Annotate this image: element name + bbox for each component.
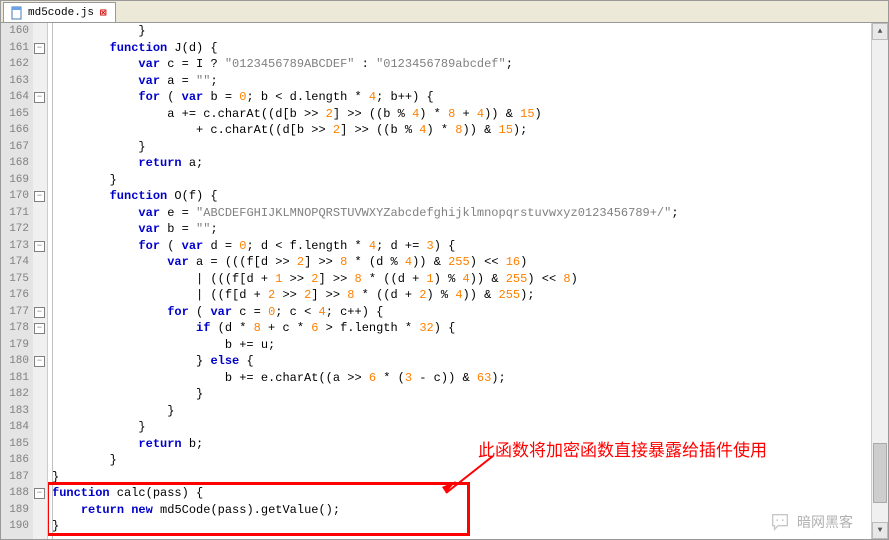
line-number: 170 [5,188,29,205]
code-line: } [52,419,871,436]
code-line: } else { [52,353,871,370]
watermark: 暗网黑客 [769,511,853,533]
line-number: 178 [5,320,29,337]
code-line: function O(f) { [52,188,871,205]
line-number: 168 [5,155,29,172]
code-line: b += u; [52,337,871,354]
code-line: } [52,386,871,403]
code-line: if (d * 8 + c * 6 > f.length * 32) { [52,320,871,337]
line-number: 174 [5,254,29,271]
tab-bar: md5code.js ⊠ [1,1,888,23]
code-line: var a = (((f[d >> 2] >> 8 * (d % 4)) & 2… [52,254,871,271]
fold-toggle[interactable]: − [34,241,45,252]
fold-toggle[interactable]: − [34,356,45,367]
line-number: 173 [5,238,29,255]
line-number: 171 [5,205,29,222]
scroll-thumb[interactable] [873,443,887,503]
line-number: 177 [5,304,29,321]
line-number: 184 [5,419,29,436]
line-number: 189 [5,502,29,519]
fold-toggle[interactable]: − [34,488,45,499]
fold-toggle[interactable]: − [34,323,45,334]
fold-toggle[interactable]: − [34,191,45,202]
code-line: return new md5Code(pass).getValue(); [52,502,871,519]
line-number: 172 [5,221,29,238]
code-line: for ( var c = 0; c < 4; c++) { [52,304,871,321]
line-number: 166 [5,122,29,139]
code-line: for ( var d = 0; d < f.length * 4; d += … [52,238,871,255]
code-line: function J(d) { [52,40,871,57]
fold-toggle[interactable]: − [34,92,45,103]
line-number: 163 [5,73,29,90]
line-number: 169 [5,172,29,189]
code-line: } [52,172,871,189]
wechat-icon [769,511,791,533]
code-line: + c.charAt((d[b >> 2] >> ((b % 4) * 8)) … [52,122,871,139]
file-icon [10,6,24,20]
line-number: 186 [5,452,29,469]
line-number: 188 [5,485,29,502]
editor: 1601611621631641651661671681691701711721… [1,23,888,539]
annotation-text: 此函数将加密函数直接暴露给插件使用 [478,436,767,461]
line-number: 162 [5,56,29,73]
code-line: for ( var b = 0; b < d.length * 4; b++) … [52,89,871,106]
scroll-up-button[interactable]: ▲ [872,23,888,40]
code-line: } [52,469,871,486]
line-number: 180 [5,353,29,370]
code-area[interactable]: } function J(d) { var c = I ? "012345678… [48,23,871,539]
line-number: 176 [5,287,29,304]
code-line: } [52,139,871,156]
tab-close-icon[interactable]: ⊠ [98,6,109,20]
gutter: 1601611621631641651661671681691701711721… [1,23,48,539]
code-line: var a = ""; [52,73,871,90]
line-number: 164 [5,89,29,106]
watermark-text: 暗网黑客 [797,512,853,532]
line-number: 182 [5,386,29,403]
file-tab[interactable]: md5code.js ⊠ [3,2,116,22]
code-line: } [52,23,871,40]
code-line: var b = ""; [52,221,871,238]
line-number: 190 [5,518,29,535]
line-number: 161 [5,40,29,57]
line-number: 175 [5,271,29,288]
fold-toggle[interactable]: − [34,43,45,54]
line-number: 160 [5,23,29,40]
code-line: function calc(pass) { [52,485,871,502]
code-line: var e = "ABCDEFGHIJKLMNOPQRSTUVWXYZabcde… [52,205,871,222]
line-number: 183 [5,403,29,420]
line-number: 185 [5,436,29,453]
code-line: | ((f[d + 2 >> 2] >> 8 * ((d + 2) % 4)) … [52,287,871,304]
tab-filename: md5code.js [28,7,94,19]
fold-toggle[interactable]: − [34,307,45,318]
line-numbers: 1601611621631641651661671681691701711721… [1,23,33,539]
code-line: return a; [52,155,871,172]
fold-column: − − − − − − − − [33,23,47,539]
line-number: 181 [5,370,29,387]
scroll-down-button[interactable]: ▼ [872,522,888,539]
code-line: } [52,518,871,535]
code-line: | (((f[d + 1 >> 2] >> 8 * ((d + 1) % 4))… [52,271,871,288]
code-line: } [52,403,871,420]
margin-line [52,23,53,539]
code-line: b += e.charAt((a >> 6 * (3 - c)) & 63); [52,370,871,387]
line-number: 187 [5,469,29,486]
line-number: 179 [5,337,29,354]
line-number: 167 [5,139,29,156]
line-number: 165 [5,106,29,123]
vertical-scrollbar[interactable]: ▲ ▼ [871,23,888,539]
code-line: var c = I ? "0123456789ABCDEF" : "012345… [52,56,871,73]
code-line: a += c.charAt((d[b >> 2] >> ((b % 4) * 8… [52,106,871,123]
